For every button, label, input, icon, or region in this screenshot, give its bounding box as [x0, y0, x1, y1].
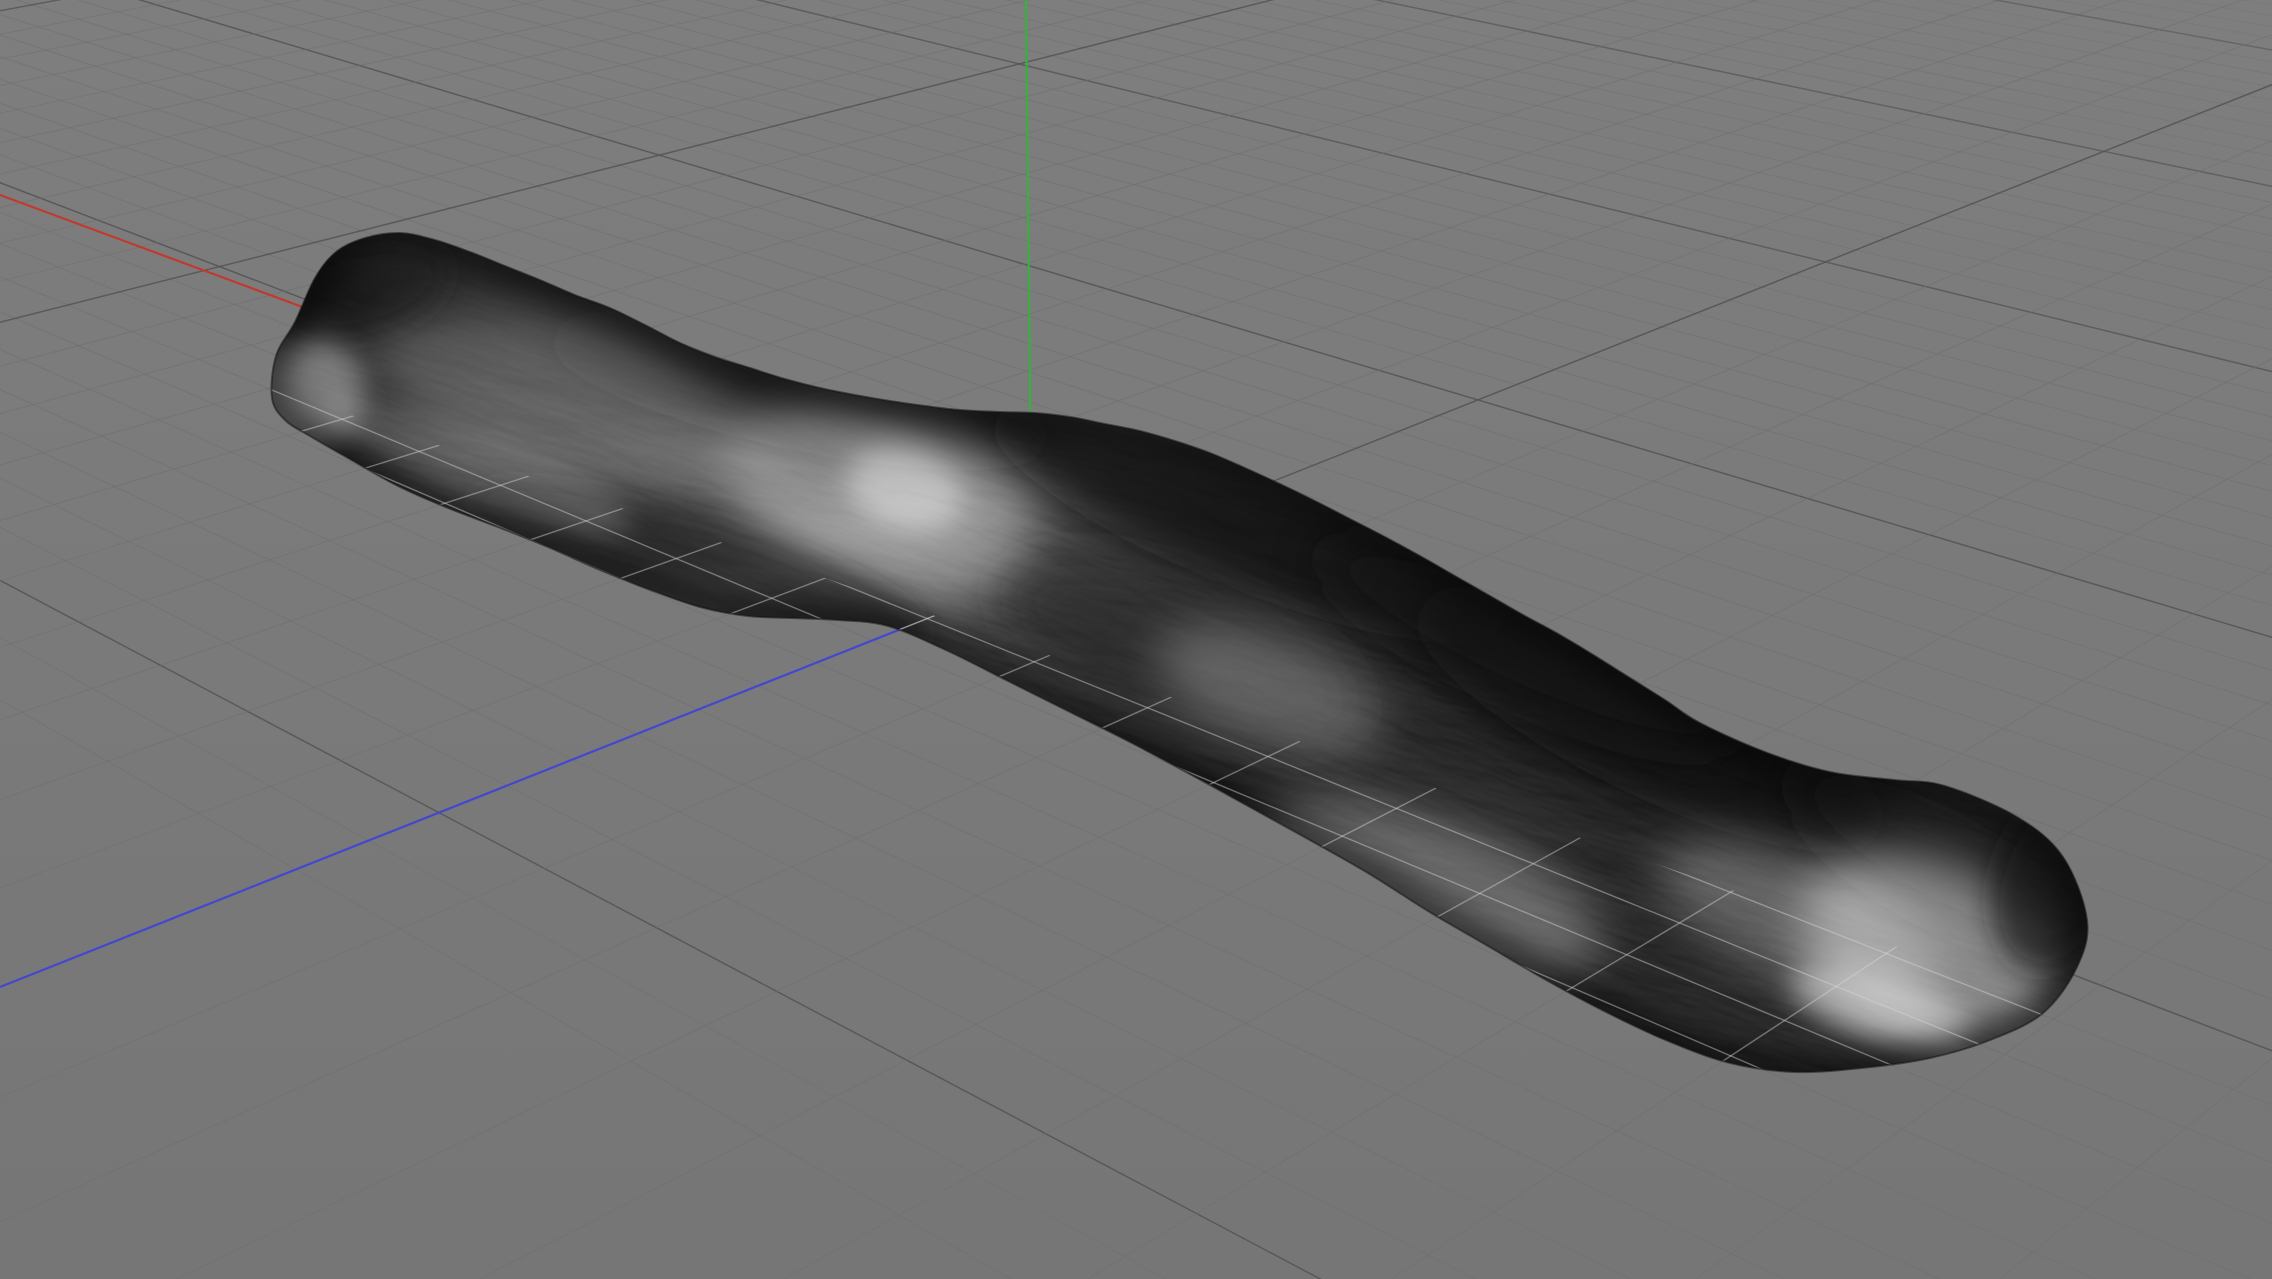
scene-svg[interactable] — [0, 0, 2272, 1279]
viewport-3d[interactable] — [0, 0, 2272, 1279]
